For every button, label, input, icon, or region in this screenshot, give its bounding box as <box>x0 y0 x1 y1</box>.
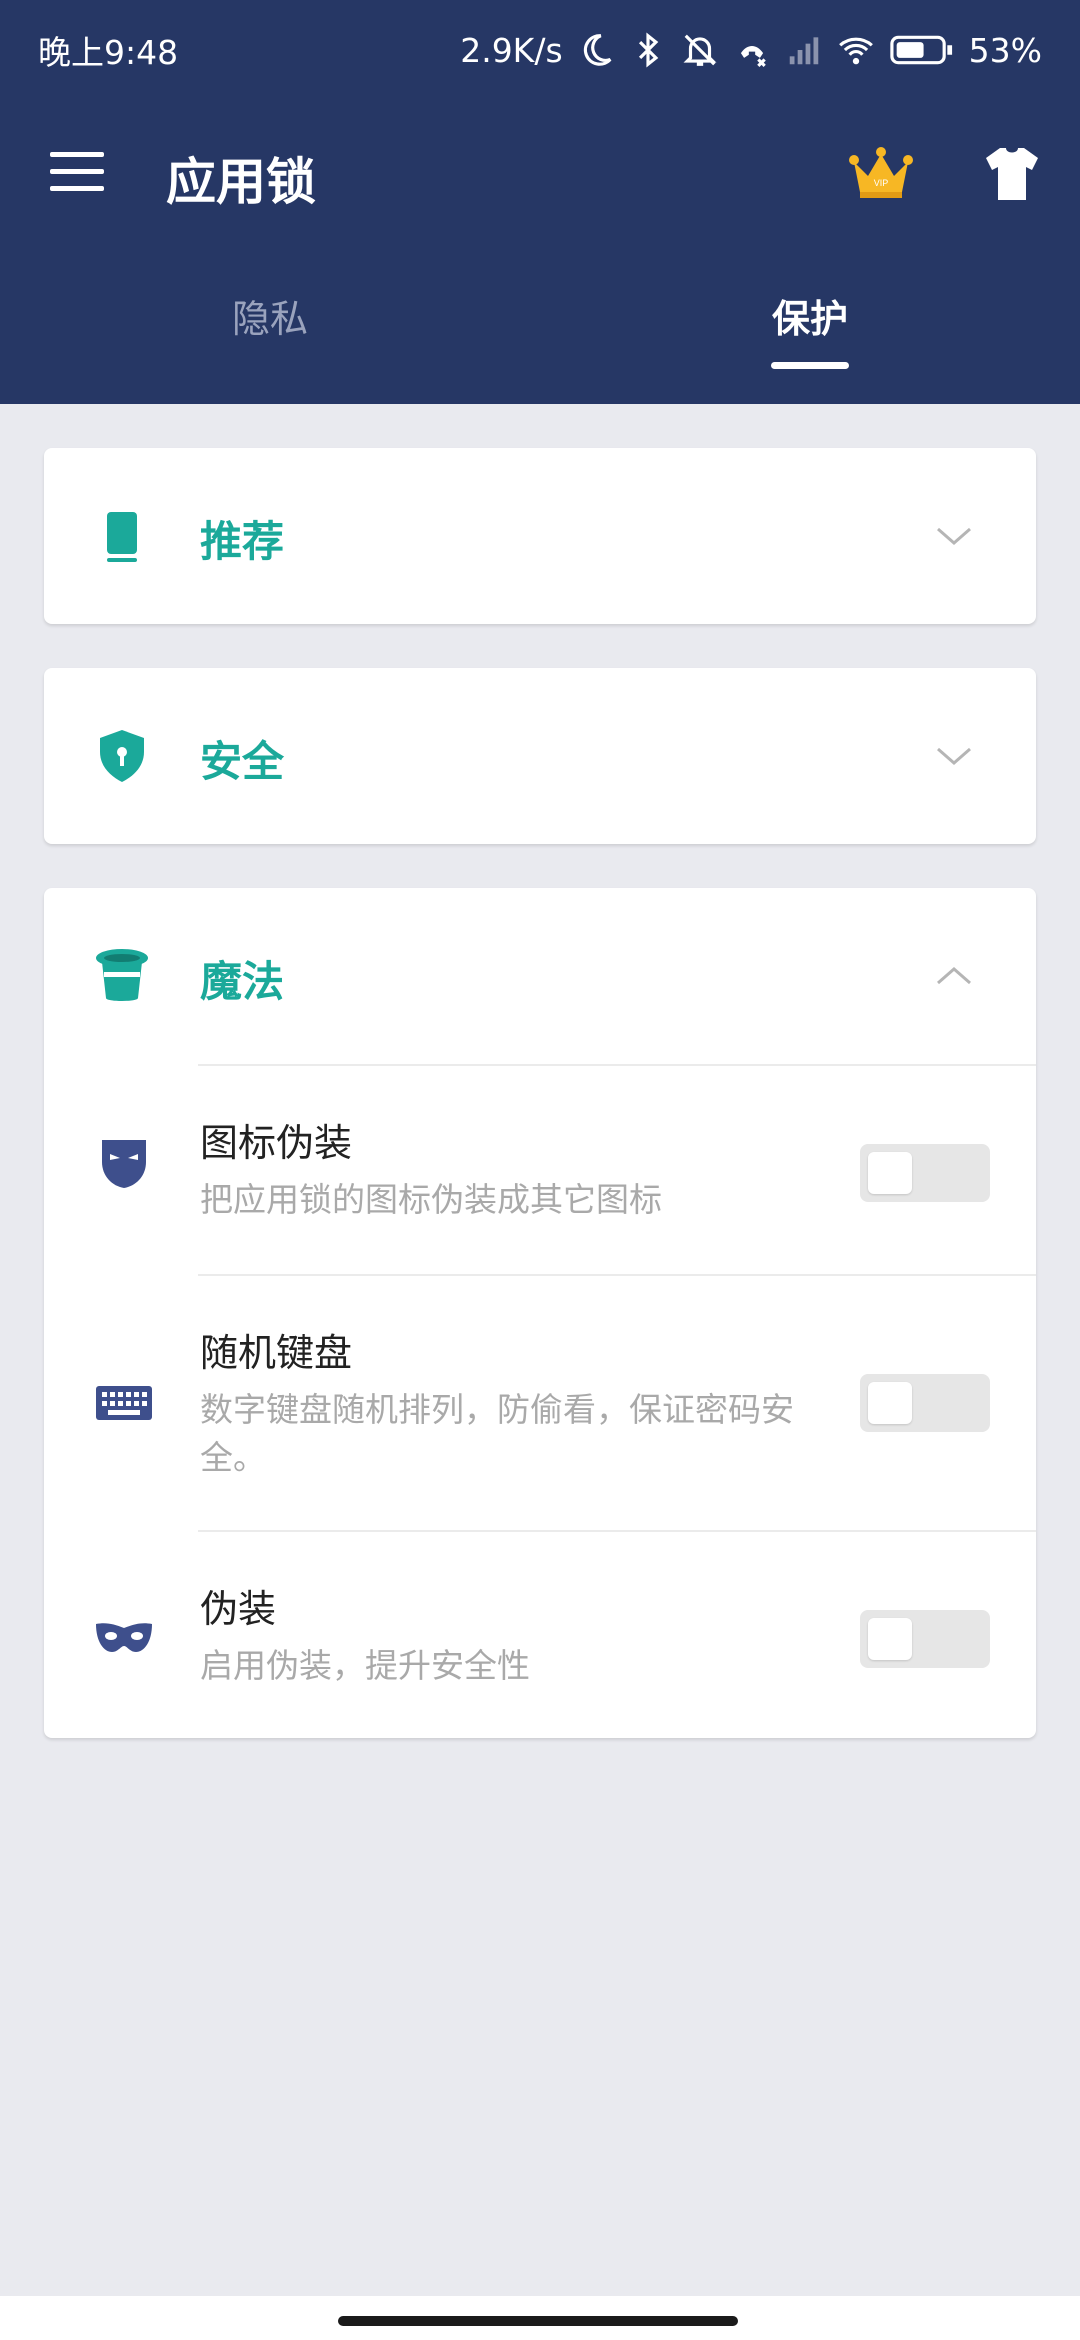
face-mask-icon <box>102 1140 146 1188</box>
toggle-knob <box>868 1152 912 1194</box>
toolbar: 应用锁 VIP <box>0 120 1080 230</box>
item-title: 伪装 <box>200 1587 277 1631</box>
battery-icon <box>889 35 952 65</box>
app-bar: 晚上9:48 2.9K/s 53% 应用锁 VIP 隐私 保护 <box>0 0 1080 404</box>
item-description: 数字键盘随机排列，防偷看，保证密码安全。 <box>200 1390 794 1477</box>
page-title: 应用锁 <box>166 153 316 211</box>
random-keyboard-toggle[interactable] <box>860 1374 990 1432</box>
chevron-up-icon[interactable] <box>934 956 974 996</box>
section-magic: 魔法 图标伪装 把应用锁的图标伪装成其它图标 随机键盘 数字键盘随机排列，防偷看… <box>44 888 1036 1738</box>
section-title: 推荐 <box>200 517 285 566</box>
keyboard-icon <box>96 1386 152 1420</box>
navigation-bar <box>0 2296 1080 2340</box>
item-description: 启用伪装，提升安全性 <box>200 1646 530 1685</box>
status-time: 晚上9:48 <box>38 33 179 72</box>
section-security-header[interactable]: 安全 <box>44 668 1036 844</box>
tab-privacy[interactable]: 隐私 <box>0 288 540 343</box>
eye-mask-icon <box>96 1623 152 1652</box>
list-item-random-keyboard: 随机键盘 数字键盘随机排列，防偷看，保证密码安全。 <box>44 1274 1036 1530</box>
gesture-handle[interactable] <box>338 2316 738 2326</box>
divider <box>198 1274 1036 1276</box>
menu-icon[interactable] <box>50 152 104 192</box>
item-title: 随机键盘 <box>200 1331 353 1375</box>
svg-text:VIP: VIP <box>874 178 889 188</box>
bluetooth-icon <box>638 32 658 68</box>
section-recommend-header[interactable]: 推荐 <box>44 448 1036 624</box>
list-item-icon-disguise: 图标伪装 把应用锁的图标伪装成其它图标 <box>44 1064 1036 1274</box>
moon-icon <box>583 34 612 66</box>
call-icon <box>740 46 766 67</box>
vip-crown-icon[interactable]: VIP <box>848 142 914 202</box>
tab-protect[interactable]: 保护 <box>540 288 1080 343</box>
toggle-knob <box>868 1618 912 1660</box>
battery-level: 53% <box>968 30 1042 70</box>
section-title: 安全 <box>200 737 285 786</box>
section-magic-header[interactable]: 魔法 <box>44 888 1036 1064</box>
toggle-knob <box>868 1382 912 1424</box>
status-bar: 晚上9:48 2.9K/s 53% <box>0 0 1080 100</box>
section-title: 魔法 <box>200 957 285 1006</box>
icon-disguise-toggle[interactable] <box>860 1144 990 1202</box>
bell-muted-icon <box>683 34 717 66</box>
chevron-down-icon[interactable] <box>934 516 974 556</box>
section-recommend: 推荐 <box>44 448 1036 624</box>
disguise-toggle[interactable] <box>860 1610 990 1668</box>
item-description: 把应用锁的图标伪装成其它图标 <box>200 1180 662 1219</box>
tab-indicator <box>771 362 849 369</box>
tab-bar: 隐私 保护 <box>0 270 1080 404</box>
shield-icon <box>100 730 144 782</box>
signal-icon <box>789 37 818 65</box>
network-speed: 2.9K/s <box>460 30 563 70</box>
chevron-down-icon[interactable] <box>934 736 974 776</box>
list-item-disguise: 伪装 启用伪装，提升安全性 <box>44 1530 1036 1738</box>
divider <box>198 1530 1036 1532</box>
status-icons: 2.9K/s 53% <box>460 31 1042 70</box>
wifi-icon <box>838 37 873 65</box>
item-title: 图标伪装 <box>200 1121 353 1165</box>
divider <box>198 1064 1036 1066</box>
phone-icon <box>107 512 137 562</box>
magic-hat-icon <box>96 949 148 1001</box>
section-security: 安全 <box>44 668 1036 844</box>
tshirt-icon[interactable] <box>982 144 1042 204</box>
